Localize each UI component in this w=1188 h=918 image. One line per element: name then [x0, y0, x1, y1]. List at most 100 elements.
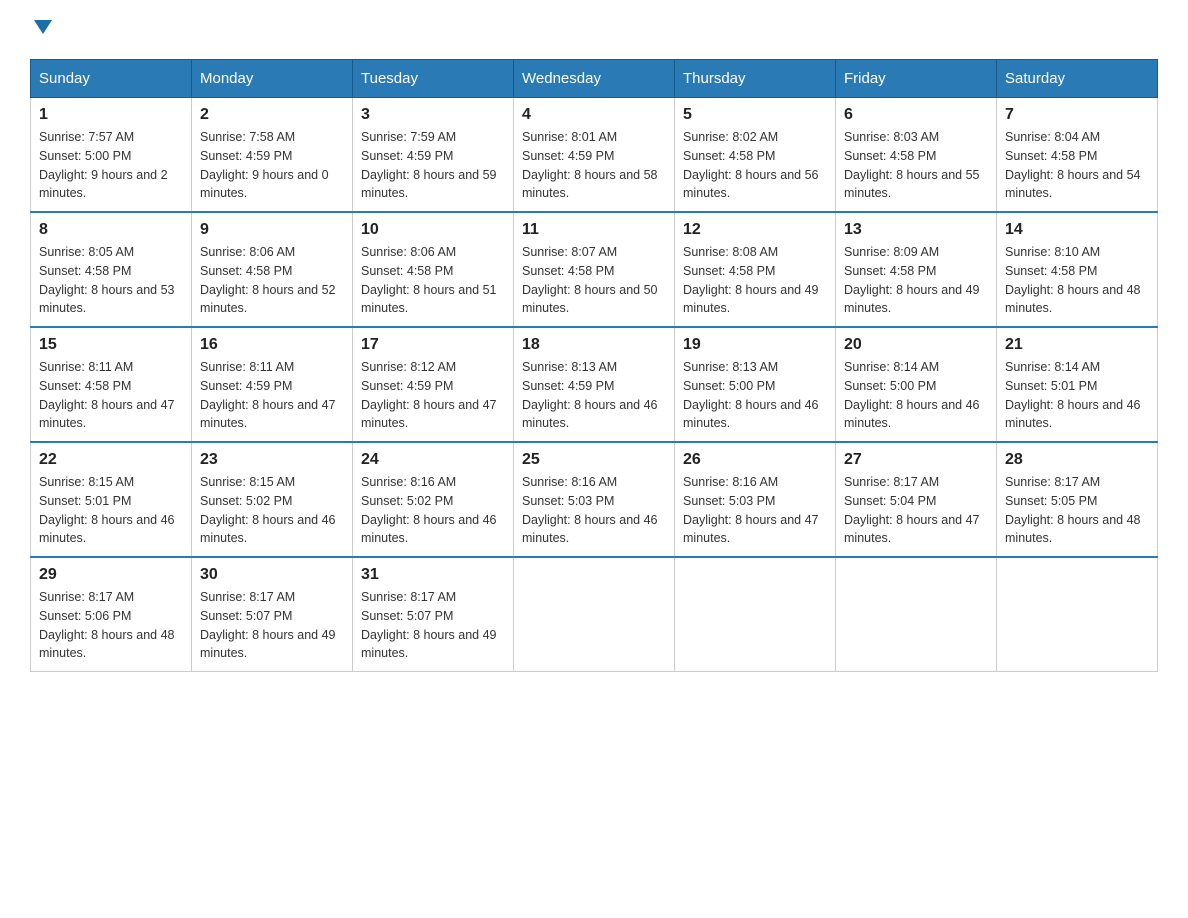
- day-info: Sunrise: 8:14 AM Sunset: 5:01 PM Dayligh…: [1005, 358, 1149, 433]
- day-number: 28: [1005, 451, 1149, 469]
- day-info: Sunrise: 8:05 AM Sunset: 4:58 PM Dayligh…: [39, 243, 183, 318]
- header-monday: Monday: [192, 60, 353, 98]
- day-info: Sunrise: 8:14 AM Sunset: 5:00 PM Dayligh…: [844, 358, 988, 433]
- table-row: 16 Sunrise: 8:11 AM Sunset: 4:59 PM Dayl…: [192, 327, 353, 442]
- table-row: 17 Sunrise: 8:12 AM Sunset: 4:59 PM Dayl…: [353, 327, 514, 442]
- table-row: 26 Sunrise: 8:16 AM Sunset: 5:03 PM Dayl…: [675, 442, 836, 557]
- calendar-week-row: 15 Sunrise: 8:11 AM Sunset: 4:58 PM Dayl…: [31, 327, 1158, 442]
- day-info: Sunrise: 8:13 AM Sunset: 5:00 PM Dayligh…: [683, 358, 827, 433]
- table-row: 12 Sunrise: 8:08 AM Sunset: 4:58 PM Dayl…: [675, 212, 836, 327]
- calendar-week-row: 29 Sunrise: 8:17 AM Sunset: 5:06 PM Dayl…: [31, 557, 1158, 672]
- table-row: 15 Sunrise: 8:11 AM Sunset: 4:58 PM Dayl…: [31, 327, 192, 442]
- header-wednesday: Wednesday: [514, 60, 675, 98]
- day-number: 17: [361, 336, 505, 354]
- table-row: 4 Sunrise: 8:01 AM Sunset: 4:59 PM Dayli…: [514, 98, 675, 213]
- day-number: 16: [200, 336, 344, 354]
- day-info: Sunrise: 8:02 AM Sunset: 4:58 PM Dayligh…: [683, 128, 827, 203]
- table-row: 11 Sunrise: 8:07 AM Sunset: 4:58 PM Dayl…: [514, 212, 675, 327]
- table-row: 7 Sunrise: 8:04 AM Sunset: 4:58 PM Dayli…: [997, 98, 1158, 213]
- day-info: Sunrise: 8:09 AM Sunset: 4:58 PM Dayligh…: [844, 243, 988, 318]
- day-info: Sunrise: 8:08 AM Sunset: 4:58 PM Dayligh…: [683, 243, 827, 318]
- day-info: Sunrise: 8:17 AM Sunset: 5:05 PM Dayligh…: [1005, 473, 1149, 548]
- day-number: 19: [683, 336, 827, 354]
- logo: [30, 20, 52, 39]
- table-row: 21 Sunrise: 8:14 AM Sunset: 5:01 PM Dayl…: [997, 327, 1158, 442]
- logo-line-1: [30, 20, 52, 39]
- day-number: 15: [39, 336, 183, 354]
- table-row: 3 Sunrise: 7:59 AM Sunset: 4:59 PM Dayli…: [353, 98, 514, 213]
- table-row: 23 Sunrise: 8:15 AM Sunset: 5:02 PM Dayl…: [192, 442, 353, 557]
- day-info: Sunrise: 8:15 AM Sunset: 5:01 PM Dayligh…: [39, 473, 183, 548]
- day-info: Sunrise: 7:59 AM Sunset: 4:59 PM Dayligh…: [361, 128, 505, 203]
- day-info: Sunrise: 8:06 AM Sunset: 4:58 PM Dayligh…: [200, 243, 344, 318]
- header-saturday: Saturday: [997, 60, 1158, 98]
- day-info: Sunrise: 8:06 AM Sunset: 4:58 PM Dayligh…: [361, 243, 505, 318]
- day-info: Sunrise: 8:17 AM Sunset: 5:04 PM Dayligh…: [844, 473, 988, 548]
- day-number: 10: [361, 221, 505, 239]
- day-info: Sunrise: 8:13 AM Sunset: 4:59 PM Dayligh…: [522, 358, 666, 433]
- day-number: 23: [200, 451, 344, 469]
- calendar-week-row: 1 Sunrise: 7:57 AM Sunset: 5:00 PM Dayli…: [31, 98, 1158, 213]
- table-row: [514, 557, 675, 672]
- day-number: 9: [200, 221, 344, 239]
- day-number: 29: [39, 566, 183, 584]
- day-number: 12: [683, 221, 827, 239]
- day-number: 8: [39, 221, 183, 239]
- day-info: Sunrise: 8:07 AM Sunset: 4:58 PM Dayligh…: [522, 243, 666, 318]
- day-info: Sunrise: 8:17 AM Sunset: 5:06 PM Dayligh…: [39, 588, 183, 663]
- day-info: Sunrise: 8:11 AM Sunset: 4:58 PM Dayligh…: [39, 358, 183, 433]
- day-number: 2: [200, 106, 344, 124]
- header-tuesday: Tuesday: [353, 60, 514, 98]
- table-row: 13 Sunrise: 8:09 AM Sunset: 4:58 PM Dayl…: [836, 212, 997, 327]
- day-info: Sunrise: 8:04 AM Sunset: 4:58 PM Dayligh…: [1005, 128, 1149, 203]
- day-info: Sunrise: 8:01 AM Sunset: 4:59 PM Dayligh…: [522, 128, 666, 203]
- day-number: 3: [361, 106, 505, 124]
- day-number: 18: [522, 336, 666, 354]
- table-row: 10 Sunrise: 8:06 AM Sunset: 4:58 PM Dayl…: [353, 212, 514, 327]
- table-row: [836, 557, 997, 672]
- day-info: Sunrise: 8:17 AM Sunset: 5:07 PM Dayligh…: [361, 588, 505, 663]
- day-info: Sunrise: 8:11 AM Sunset: 4:59 PM Dayligh…: [200, 358, 344, 433]
- day-info: Sunrise: 8:17 AM Sunset: 5:07 PM Dayligh…: [200, 588, 344, 663]
- table-row: 29 Sunrise: 8:17 AM Sunset: 5:06 PM Dayl…: [31, 557, 192, 672]
- day-info: Sunrise: 7:57 AM Sunset: 5:00 PM Dayligh…: [39, 128, 183, 203]
- table-row: 18 Sunrise: 8:13 AM Sunset: 4:59 PM Dayl…: [514, 327, 675, 442]
- table-row: 14 Sunrise: 8:10 AM Sunset: 4:58 PM Dayl…: [997, 212, 1158, 327]
- day-number: 4: [522, 106, 666, 124]
- table-row: [675, 557, 836, 672]
- table-row: 6 Sunrise: 8:03 AM Sunset: 4:58 PM Dayli…: [836, 98, 997, 213]
- day-info: Sunrise: 7:58 AM Sunset: 4:59 PM Dayligh…: [200, 128, 344, 203]
- day-info: Sunrise: 8:16 AM Sunset: 5:03 PM Dayligh…: [683, 473, 827, 548]
- day-number: 14: [1005, 221, 1149, 239]
- weekday-header-row: Sunday Monday Tuesday Wednesday Thursday…: [31, 60, 1158, 98]
- calendar-table: Sunday Monday Tuesday Wednesday Thursday…: [30, 59, 1158, 672]
- calendar-week-row: 22 Sunrise: 8:15 AM Sunset: 5:01 PM Dayl…: [31, 442, 1158, 557]
- table-row: 31 Sunrise: 8:17 AM Sunset: 5:07 PM Dayl…: [353, 557, 514, 672]
- day-info: Sunrise: 8:10 AM Sunset: 4:58 PM Dayligh…: [1005, 243, 1149, 318]
- day-number: 6: [844, 106, 988, 124]
- day-info: Sunrise: 8:16 AM Sunset: 5:03 PM Dayligh…: [522, 473, 666, 548]
- day-number: 1: [39, 106, 183, 124]
- day-number: 21: [1005, 336, 1149, 354]
- day-number: 7: [1005, 106, 1149, 124]
- day-number: 31: [361, 566, 505, 584]
- table-row: 5 Sunrise: 8:02 AM Sunset: 4:58 PM Dayli…: [675, 98, 836, 213]
- calendar-week-row: 8 Sunrise: 8:05 AM Sunset: 4:58 PM Dayli…: [31, 212, 1158, 327]
- day-number: 11: [522, 221, 666, 239]
- table-row: 9 Sunrise: 8:06 AM Sunset: 4:58 PM Dayli…: [192, 212, 353, 327]
- day-number: 30: [200, 566, 344, 584]
- table-row: 25 Sunrise: 8:16 AM Sunset: 5:03 PM Dayl…: [514, 442, 675, 557]
- table-row: 2 Sunrise: 7:58 AM Sunset: 4:59 PM Dayli…: [192, 98, 353, 213]
- table-row: 22 Sunrise: 8:15 AM Sunset: 5:01 PM Dayl…: [31, 442, 192, 557]
- table-row: 20 Sunrise: 8:14 AM Sunset: 5:00 PM Dayl…: [836, 327, 997, 442]
- day-info: Sunrise: 8:15 AM Sunset: 5:02 PM Dayligh…: [200, 473, 344, 548]
- table-row: [997, 557, 1158, 672]
- day-info: Sunrise: 8:16 AM Sunset: 5:02 PM Dayligh…: [361, 473, 505, 548]
- page-header: [30, 20, 1158, 39]
- day-number: 22: [39, 451, 183, 469]
- day-info: Sunrise: 8:03 AM Sunset: 4:58 PM Dayligh…: [844, 128, 988, 203]
- table-row: 19 Sunrise: 8:13 AM Sunset: 5:00 PM Dayl…: [675, 327, 836, 442]
- table-row: 27 Sunrise: 8:17 AM Sunset: 5:04 PM Dayl…: [836, 442, 997, 557]
- table-row: 8 Sunrise: 8:05 AM Sunset: 4:58 PM Dayli…: [31, 212, 192, 327]
- logo-arrow-icon: [34, 20, 52, 39]
